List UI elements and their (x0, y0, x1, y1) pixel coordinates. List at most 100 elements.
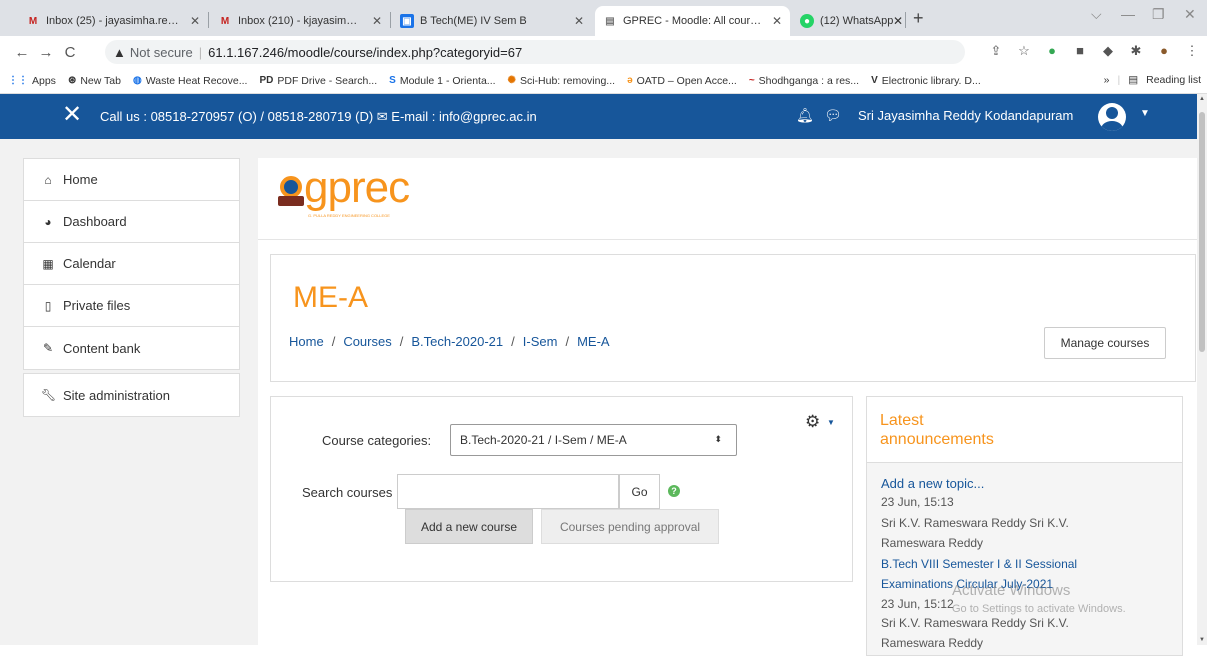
browser-tab-moodle[interactable]: ▤ GPREC - Moodle: All courses ✕ (595, 6, 790, 36)
more-bookmarks-button[interactable]: » (1104, 74, 1110, 86)
back-icon[interactable]: ← (10, 44, 34, 61)
bookmarks-bar: ⋮⋮ Apps ⊛ New Tab ◍ Waste Heat Recove... PD… (0, 68, 1207, 94)
search-courses-label: Search courses (302, 485, 393, 500)
globe-icon: ⊛ (67, 75, 77, 86)
close-icon[interactable]: ✕ (772, 14, 782, 28)
sidebar-item-home[interactable]: ⌂ Home (24, 159, 239, 201)
extension-icon[interactable]: ■ (1071, 43, 1089, 59)
main-region: gprec G. PULLA REDDY ENGINEERING COLLEGE… (258, 158, 1197, 656)
reading-list-button[interactable]: Reading list (1146, 74, 1201, 86)
sidebar-item-private-files[interactable]: ▯ Private files (24, 285, 239, 327)
sidebar-item-calendar[interactable]: ▦ Calendar (24, 243, 239, 285)
breadcrumb-current[interactable]: ME-A (577, 334, 610, 349)
bookmark-item[interactable]: ◍ Waste Heat Recove... (133, 75, 247, 87)
sidebar-item-site-administration[interactable]: 🔧︎ Site administration (24, 374, 239, 416)
menu-icon[interactable]: ⋮ (1183, 43, 1201, 59)
breadcrumb-semester[interactable]: I-Sem (523, 334, 558, 349)
page-body: ⌂ Home ◕ Dashboard ▦ Calendar ▯ Private file… (0, 139, 1197, 656)
announcements-title: Latest announcements (880, 412, 994, 448)
chevron-down-icon[interactable]: ▼ (1140, 108, 1150, 119)
chevron-down-icon[interactable]: ▼ (827, 418, 835, 427)
breadcrumb-home[interactable]: Home (289, 334, 324, 349)
search-courses-input[interactable] (397, 474, 619, 509)
close-icon[interactable]: ✕ (190, 14, 200, 28)
sidebar-item-content-bank[interactable]: ✎ Content bank (24, 327, 239, 369)
chevron-down-icon[interactable]: ⌵ (1091, 6, 1102, 23)
browser-tab-inbox-1[interactable]: M Inbox (25) - jayasimha.reddy ✕ (18, 6, 208, 36)
s-icon: S (389, 75, 396, 86)
star-icon[interactable]: ☆ (1015, 43, 1033, 59)
profile-icon[interactable]: ● (1155, 43, 1173, 59)
file-icon: ▯ (44, 298, 52, 313)
go-button[interactable]: Go (619, 474, 660, 509)
browser-tab-inbox-2[interactable]: M Inbox (210) - kjayasimhareddy ✕ (210, 6, 390, 36)
scroll-down-icon[interactable]: ▼ (1199, 637, 1205, 643)
announcement-author[interactable]: Sri K.V. Rameswara Reddy Sri K.V. (881, 616, 1069, 630)
add-new-course-button[interactable]: Add a new course (405, 509, 533, 544)
avatar[interactable] (1098, 103, 1126, 131)
reload-icon[interactable]: C (58, 44, 82, 61)
close-icon[interactable]: ✕ (893, 14, 903, 28)
minimize-icon[interactable]: — (1121, 6, 1135, 22)
address-bar[interactable]: ▲ Not secure | 61.1.167.246/moodle/cours… (105, 40, 965, 64)
category-selected-value: B.Tech-2020-21 / I-Sem / ME-A (460, 433, 627, 447)
browser-tab-whatsapp[interactable]: ● (12) WhatsApp (792, 6, 902, 36)
moodle-icon: ▤ (605, 15, 615, 27)
extension-icon[interactable]: ● (1043, 43, 1061, 59)
bell-icon[interactable]: 🔔︎ (796, 107, 814, 124)
browser-toolbar: ← → C ▲ Not secure | 61.1.167.246/moodle… (0, 36, 1207, 68)
browser-tab-classroom[interactable]: ▣ B Tech(ME) IV Sem B ✕ (392, 6, 592, 36)
bookmark-item[interactable]: ~ Shodhganga : a res... (749, 75, 859, 87)
bookmark-apps[interactable]: ⋮⋮ Apps (8, 75, 56, 87)
close-drawer-icon[interactable]: ✕ (62, 103, 82, 127)
calendar-icon: ▦ (42, 256, 54, 271)
chat-icon[interactable]: 💬︎ (824, 107, 842, 124)
home-icon: ⌂ (44, 172, 52, 187)
extension-icon[interactable]: ◆ (1099, 43, 1117, 59)
courses-pending-approval-button[interactable]: Courses pending approval (541, 509, 719, 544)
admin-drawer: 🔧︎ Site administration (23, 373, 240, 417)
bookmark-item[interactable]: PD PDF Drive - Search... (259, 75, 377, 87)
add-topic-link[interactable]: Add a new topic... (881, 476, 984, 491)
close-icon[interactable]: ✕ (372, 14, 382, 28)
bookmark-item[interactable]: S Module 1 - Orienta... (389, 75, 495, 87)
latest-announcements-block: Latest announcements Add a new topic... … (866, 396, 1183, 656)
page-title: ME-A (293, 281, 368, 314)
bookmark-item[interactable]: V Electronic library. D... (871, 75, 981, 87)
announcement-author[interactable]: Sri K.V. Rameswara Reddy Sri K.V. (881, 516, 1069, 530)
scihub-icon: ✺ (507, 75, 516, 86)
scroll-up-icon[interactable]: ▲ (1199, 96, 1205, 102)
scrollbar-thumb[interactable] (1199, 112, 1205, 352)
announcement-date: 23 Jun, 15:13 (881, 495, 954, 509)
puzzle-icon[interactable]: ✱ (1127, 43, 1145, 59)
page-scrollbar[interactable]: ▲ ▼ (1197, 94, 1207, 645)
close-window-icon[interactable]: ✕ (1184, 6, 1196, 23)
manage-courses-button[interactable]: Manage courses (1044, 327, 1166, 359)
breadcrumb-category[interactable]: B.Tech-2020-21 (411, 334, 503, 349)
announcement-author[interactable]: Rameswara Reddy (881, 536, 983, 550)
site-header: gprec G. PULLA REDDY ENGINEERING COLLEGE (258, 158, 1197, 240)
sidebar-item-dashboard[interactable]: ◕ Dashboard (24, 201, 239, 243)
category-label: Course categories: (322, 433, 432, 448)
announcement-subject[interactable]: B.Tech VIII Semester I & II Sessional (881, 557, 1077, 571)
forward-icon[interactable]: → (34, 44, 58, 61)
restore-icon[interactable]: ❐ (1152, 6, 1165, 23)
user-name[interactable]: Sri Jayasimha Reddy Kodandapuram (858, 108, 1073, 123)
bookmark-item[interactable]: ✺ Sci-Hub: removing... (508, 75, 616, 87)
close-icon[interactable]: ✕ (574, 14, 584, 28)
gear-icon[interactable]: ⚙ (805, 412, 820, 432)
gmail-icon: M (220, 15, 230, 27)
dashboard-icon: ◕ (44, 214, 52, 229)
category-select[interactable]: B.Tech-2020-21 / I-Sem / ME-A ⬍ (450, 424, 737, 456)
new-tab-icon[interactable]: + (913, 8, 924, 29)
oa-icon: ə (627, 75, 633, 86)
bookmark-item[interactable]: ⊛ New Tab (68, 75, 121, 87)
bookmark-item[interactable]: ə OATD – Open Acce... (627, 75, 737, 87)
breadcrumb-courses[interactable]: Courses (343, 334, 391, 349)
share-icon[interactable]: ⇪ (987, 43, 1005, 59)
college-logo[interactable]: gprec G. PULLA REDDY ENGINEERING COLLEGE (278, 166, 410, 218)
tab-title: Inbox (210) - kjayasimhareddy (238, 15, 362, 27)
tab-title: (12) WhatsApp (820, 15, 894, 27)
announcement-author[interactable]: Rameswara Reddy (881, 636, 983, 650)
help-icon[interactable]: ? (668, 485, 680, 497)
